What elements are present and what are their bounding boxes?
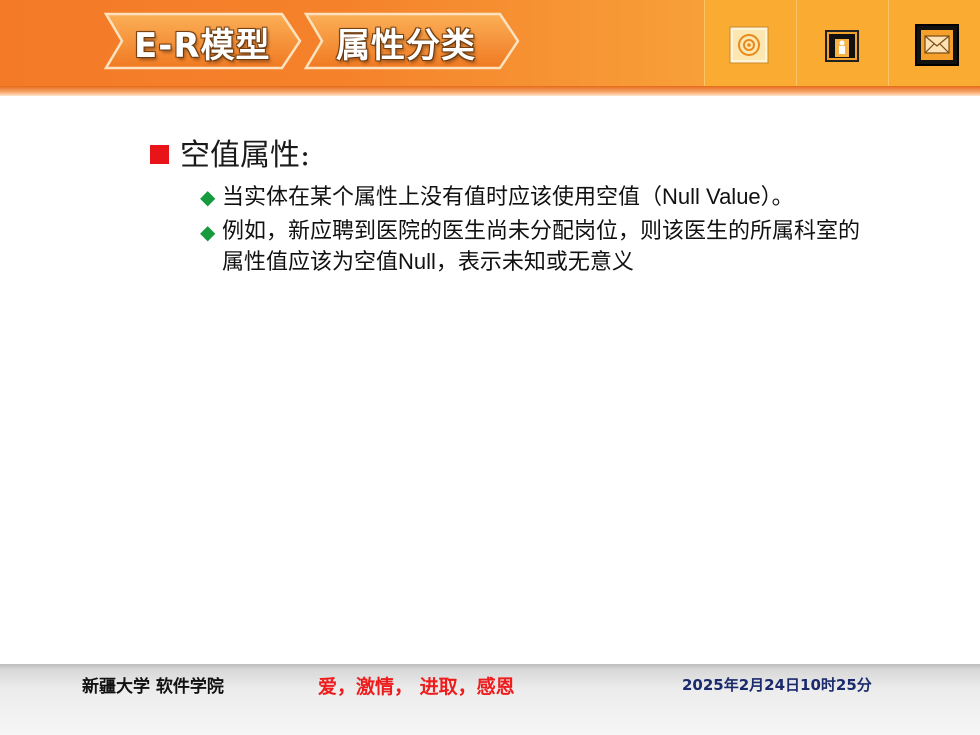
breadcrumb-item-er-model[interactable]: E-R模型 (134, 18, 271, 67)
nav-cell-mail[interactable] (888, 0, 980, 90)
slide-footer: 新疆大学 软件学院 爱，激情， 进取，感恩 2025年2月24日10时25分 (0, 664, 980, 735)
footer-motto: 爱，激情， 进取，感恩 (318, 676, 515, 698)
diamond-bullet-icon: ◆ (200, 185, 216, 209)
list-item: ◆ 当实体在某个属性上没有值时应该使用空值（Null Value）。 (200, 182, 910, 213)
header-divider (0, 86, 980, 96)
mail-icon[interactable] (915, 24, 959, 66)
target-icon[interactable] (729, 26, 769, 64)
section-heading: 空值属性: (150, 136, 910, 176)
breadcrumb: E-R模型 属性分类 (104, 12, 524, 70)
nav-icon-bar (704, 0, 980, 90)
list-item: ◆ 例如，新应聘到医院的医生尚未分配岗位，则该医生的所属科室的属性值应该为空值N… (200, 217, 880, 278)
footer-date: 2025年2月24日10时25分 (682, 676, 872, 694)
heading-text: 空值属性: (180, 138, 311, 173)
breadcrumb-item-attribute-types[interactable]: 属性分类 (336, 18, 476, 67)
list-item-text: 例如，新应聘到医院的医生尚未分配岗位，则该医生的所属科室的属性值应该为空值Nul… (222, 219, 861, 275)
nav-cell-target[interactable] (704, 0, 796, 90)
nav-cell-exit[interactable] (796, 0, 888, 90)
square-bullet-icon (150, 145, 169, 164)
list-item-text: 当实体在某个属性上没有值时应该使用空值（Null Value）。 (222, 184, 794, 210)
footer-school: 新疆大学 软件学院 (82, 677, 224, 697)
exit-door-icon[interactable] (825, 30, 859, 62)
slide-content: 空值属性: ◆ 当实体在某个属性上没有值时应该使用空值（Null Value）。… (150, 136, 910, 278)
slide-header: E-R模型 属性分类 (0, 0, 980, 92)
diamond-bullet-icon: ◆ (200, 220, 216, 244)
